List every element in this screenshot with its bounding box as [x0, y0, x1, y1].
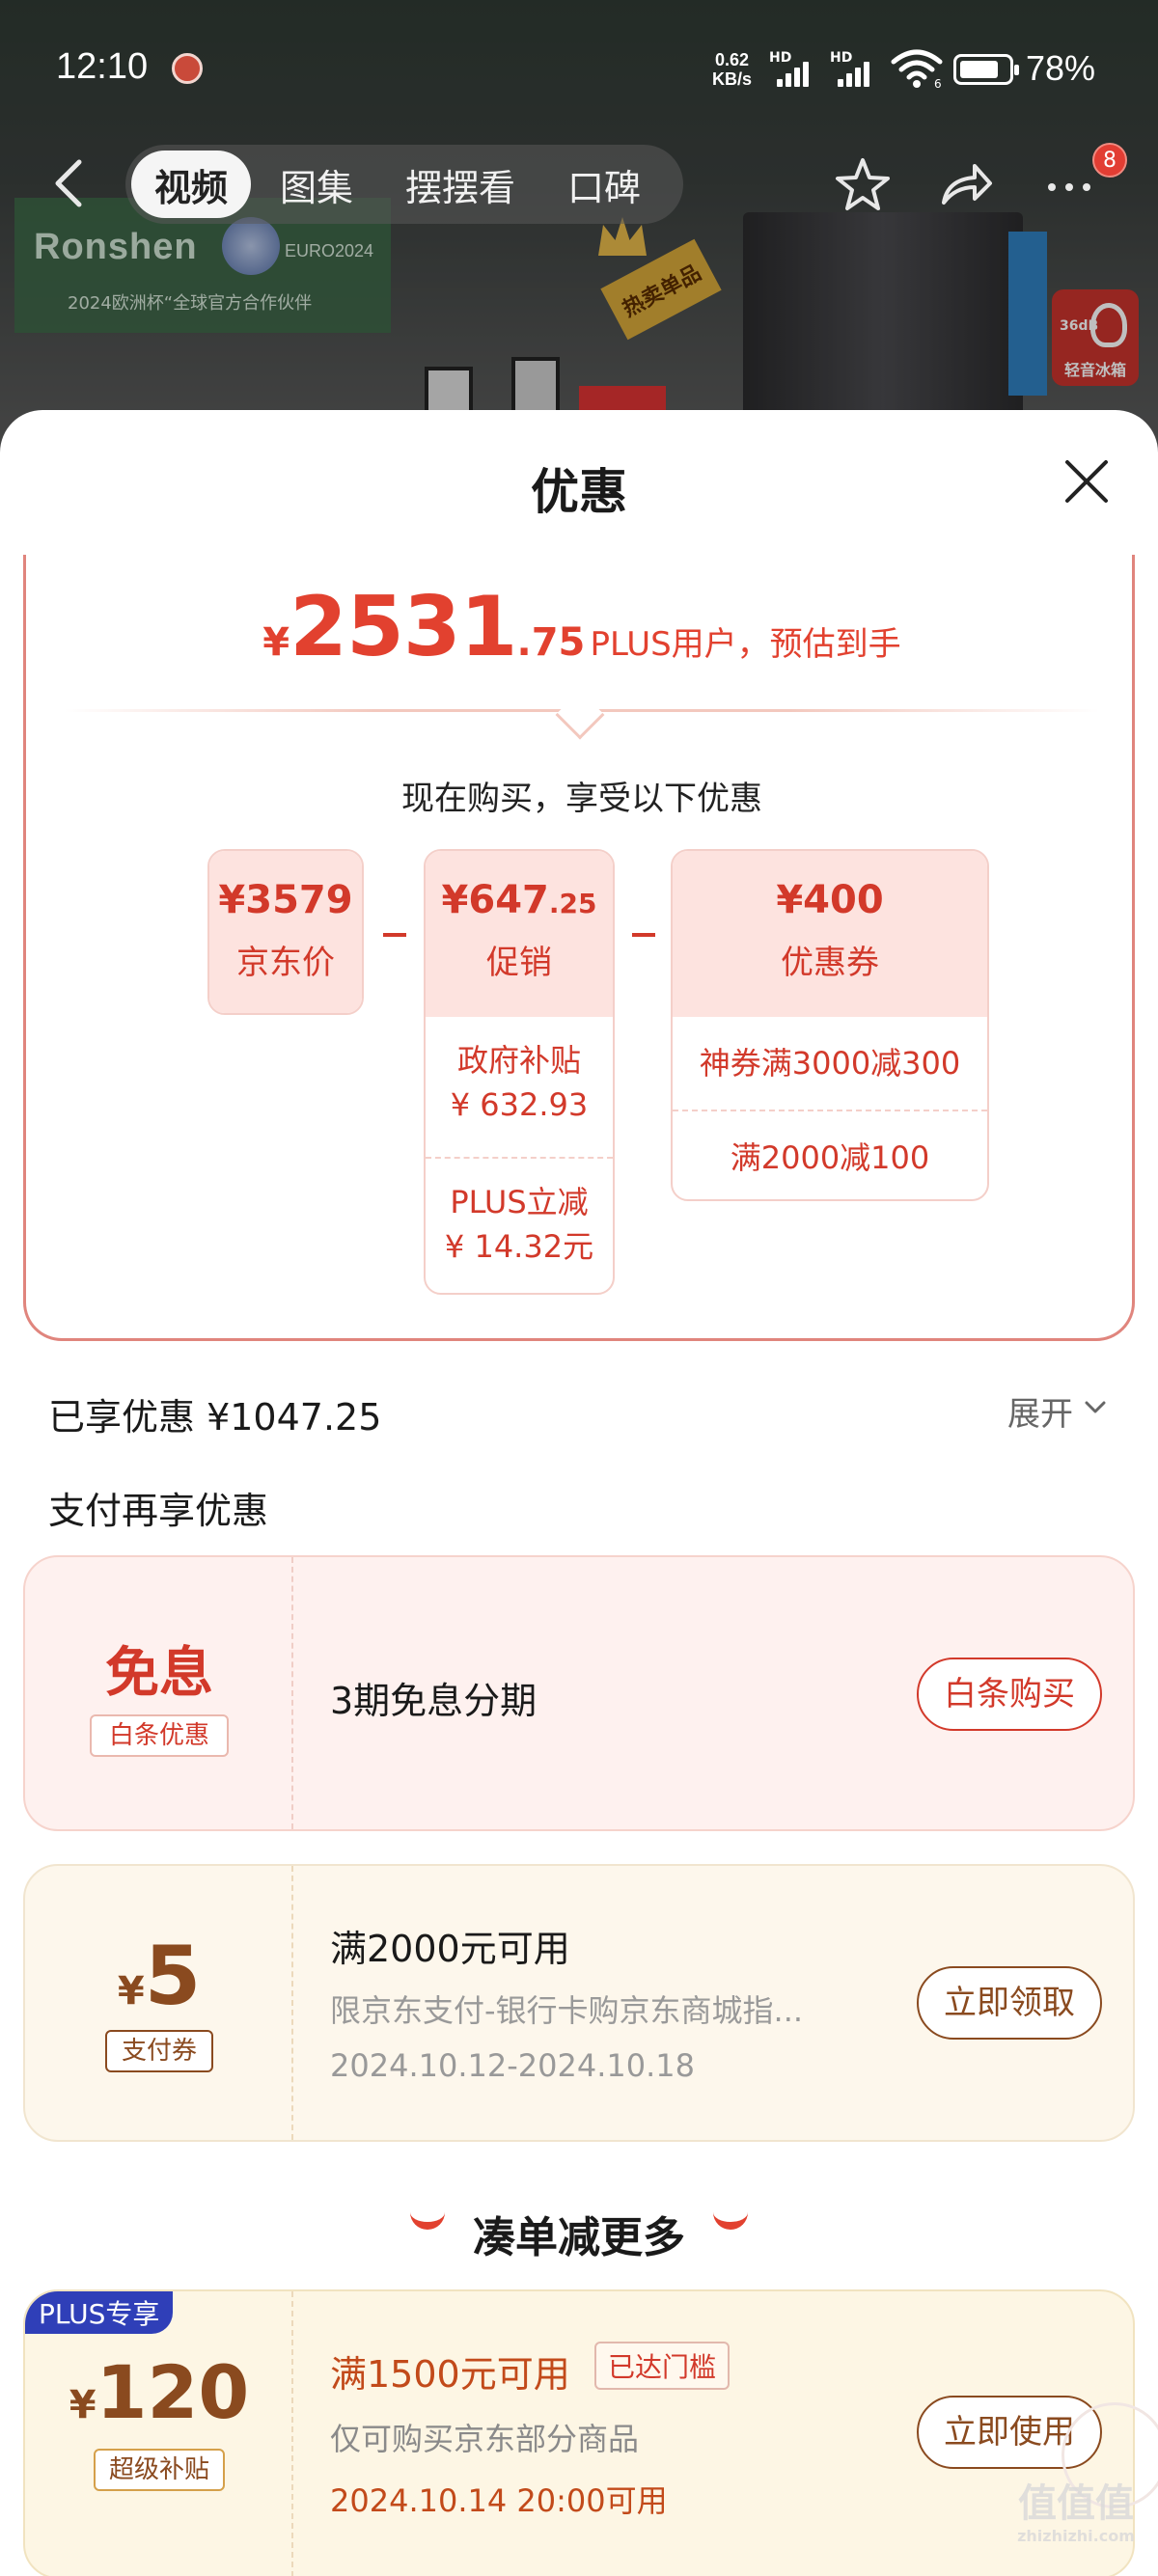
baitiao-offer-card: 免息 白条优惠 3期免息分期 白条购买: [23, 1555, 1135, 1831]
divider-notch: [555, 690, 605, 740]
promo-item: PLUS立减 ¥ 14.32元: [426, 1157, 613, 1293]
battery-fill: [960, 61, 998, 78]
wifi-icon: 6: [891, 49, 943, 89]
baitiao-buy-button[interactable]: 白条购买: [917, 1658, 1102, 1731]
tab-try-placement[interactable]: 摆摆看: [382, 151, 538, 218]
minus-sign: [632, 933, 655, 937]
notification-icon: [172, 53, 203, 84]
coupon-item: 神券满3000减300: [699, 1045, 961, 1082]
expand-button[interactable]: 展开: [1007, 1387, 1073, 1435]
offer-desc: 仅可购买京东部分商品: [330, 2421, 640, 2457]
offer-left: ¥120 超级补贴: [25, 2291, 293, 2576]
media-tabs: 视频 图集 摆摆看 口碑: [125, 145, 683, 224]
offer-desc: 限京东支付-银行卡购京东商城指...: [330, 1992, 804, 2029]
status-time: 12:10: [56, 46, 149, 87]
offer-title: 满1500元可用: [330, 2353, 570, 2396]
price-card: ¥2531.75 PLUS用户，预估到手 现在购买，享受以下优惠 ¥3579 京…: [23, 555, 1135, 1341]
close-icon[interactable]: [1058, 452, 1116, 510]
tab-reviews[interactable]: 口碑: [544, 151, 664, 218]
more-icon[interactable]: [1038, 154, 1100, 216]
offer-date: 2024.10.12-2024.10.18: [330, 2047, 695, 2084]
payment-coupon-card: ¥5 支付券 满2000元可用 限京东支付-银行卡购京东商城指... 2024.…: [23, 1864, 1135, 2142]
pay-more-title: 支付再享优惠: [48, 1490, 269, 1532]
discount-sheet: 优惠 ¥2531.75 PLUS用户，预估到手 现在购买，享受以下优惠 ¥357…: [0, 410, 1158, 2576]
coupon-box: ¥400 优惠券 神券满3000减300 满2000减100: [671, 849, 989, 1201]
estimated-price: ¥2531.75 PLUS用户，预估到手: [26, 579, 1138, 675]
coupon-item: 满2000减100: [673, 1110, 987, 1199]
signal-icon: HD: [769, 50, 812, 87]
price-decimal: .75: [516, 620, 586, 665]
promo-box: ¥647.25 促销 政府补贴 ¥ 632.93 PLUS立减 ¥ 14.32元: [424, 849, 615, 1295]
minus-sign: [383, 933, 406, 937]
promo-item-name: PLUS立减: [450, 1184, 589, 1220]
promo-item: 政府补贴 ¥ 632.93: [426, 1017, 613, 1157]
speed-unit: KB/s: [712, 69, 753, 89]
star-icon[interactable]: [832, 154, 894, 216]
pay-coupon-tag: 支付券: [105, 2030, 213, 2072]
promo-item-amount: ¥ 632.93: [450, 1086, 589, 1123]
tab-video[interactable]: 视频: [131, 151, 252, 218]
watermark: 值值值 zhizhizhi.com: [1017, 2481, 1135, 2545]
offer-title: 满2000元可用: [330, 1928, 570, 1970]
price-integer: 2531: [290, 579, 517, 675]
jd-price-value: ¥3579: [218, 878, 353, 922]
coupon-value: ¥400: [776, 878, 884, 922]
signal-icon: HD: [830, 50, 872, 87]
jd-price-label: 京东价: [236, 944, 335, 982]
more-badge: 8: [1092, 143, 1127, 178]
promo-value: ¥647.25: [441, 878, 597, 922]
threshold-reached-badge: 已达门槛: [594, 2342, 731, 2390]
offer-date: 2024.10.14 20:00可用: [330, 2482, 668, 2519]
price-note: PLUS用户，预估到手: [590, 625, 901, 664]
bundle-title: 凑单减更多: [473, 2213, 685, 2262]
share-icon[interactable]: [934, 154, 996, 216]
plus-coupon-card: PLUS专享 ¥120 超级补贴 满1500元可用 已达门槛 仅可购买京东部分商…: [23, 2289, 1135, 2576]
claim-now-button[interactable]: 立即领取: [917, 1966, 1102, 2040]
price-currency: ¥: [262, 620, 290, 665]
enjoyed-discount: 已享优惠 ¥1047.25: [48, 1396, 382, 1439]
offer-title: 3期免息分期: [330, 1680, 538, 1722]
now-buy-text: 现在购买，享受以下优惠: [401, 780, 762, 818]
battery-icon: [953, 54, 1019, 85]
status-bar: 12:10 0.62 KB/s HD HD 6 78%: [0, 0, 1158, 125]
speed-value: 0.62: [714, 50, 750, 69]
network-speed: 0.62 KB/s: [712, 50, 752, 89]
chevron-down-icon[interactable]: [1085, 1401, 1106, 1414]
super-subsidy-tag: 超级补贴: [94, 2449, 225, 2491]
promo-label: 促销: [486, 944, 552, 982]
offer-left: 免息 白条优惠: [25, 1557, 293, 1829]
battery-percent: 78%: [1026, 48, 1096, 88]
tab-gallery[interactable]: 图集: [257, 151, 376, 218]
jd-price-box: ¥3579 京东价: [207, 849, 364, 1015]
svg-text:6: 6: [934, 77, 942, 89]
interest-free-label: 免息: [105, 1642, 213, 1705]
plus-badge: PLUS专享: [25, 2291, 174, 2334]
sheet-title: 优惠: [531, 464, 627, 520]
promo-item-name: 政府补贴: [456, 1042, 581, 1079]
back-arrow-icon[interactable]: [48, 154, 91, 212]
coupon-label: 优惠券: [781, 944, 879, 982]
plus-amount: ¥120: [69, 2349, 250, 2435]
coupon-amount: ¥5: [117, 1929, 202, 2023]
promo-item-amount: ¥ 14.32元: [444, 1228, 594, 1265]
offer-left: ¥5 支付券: [25, 1866, 293, 2140]
baitiao-tag: 白条优惠: [90, 1714, 229, 1757]
